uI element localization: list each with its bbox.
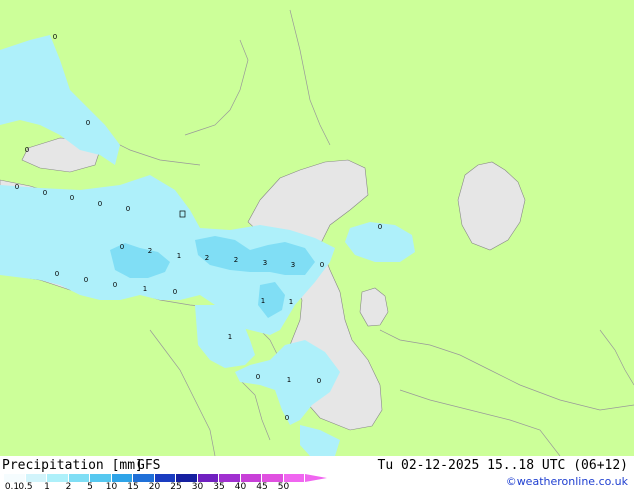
precip-label: 0 bbox=[84, 276, 88, 284]
map-figure: 0 0 0 0 0 0 0 0 0 2 1 2 2 3 3 0 0 0 0 0 … bbox=[0, 0, 634, 492]
color-scale-arrow bbox=[305, 474, 327, 482]
valid-time: Tu 02-12-2025 15..18 UTC (06+12) bbox=[377, 458, 628, 473]
legend-label: 20 bbox=[148, 482, 161, 492]
legend-label: 0.1 bbox=[4, 482, 20, 492]
precip-label: 0 bbox=[53, 33, 57, 41]
precip-label: 1 bbox=[287, 376, 291, 384]
legend-swatch bbox=[133, 474, 155, 482]
legend-swatch bbox=[4, 474, 26, 482]
legend-swatch bbox=[25, 474, 47, 482]
credit-link[interactable]: ©weatheronline.co.uk bbox=[506, 475, 628, 488]
legend-label: 45 bbox=[256, 482, 268, 492]
legend-swatch bbox=[176, 474, 198, 482]
precip-label: 3 bbox=[263, 259, 267, 267]
precip-label: 3 bbox=[291, 261, 295, 269]
map-title: Precipitation [mm] bbox=[2, 458, 143, 473]
precip-label: 0 bbox=[126, 205, 130, 213]
precip-label: 1 bbox=[289, 298, 293, 306]
precip-label: 0 bbox=[317, 377, 321, 385]
precip-label: 2 bbox=[148, 247, 152, 255]
precip-label: 1 bbox=[177, 252, 181, 260]
color-scale bbox=[4, 474, 305, 482]
precip-label: 0 bbox=[86, 119, 90, 127]
precip-label: 1 bbox=[228, 333, 232, 341]
legend-label: 1 bbox=[44, 482, 50, 492]
legend-label: 40 bbox=[234, 482, 247, 492]
legend-label: 10 bbox=[105, 482, 118, 492]
legend-swatch bbox=[219, 474, 241, 482]
precip-label: 0 bbox=[256, 373, 260, 381]
precip-label: 0 bbox=[98, 200, 102, 208]
legend-swatch bbox=[197, 474, 219, 482]
legend-swatch bbox=[68, 474, 90, 482]
legend-label: 0.5 bbox=[18, 482, 33, 492]
precip-label: 0 bbox=[70, 194, 74, 202]
model-name: GFS bbox=[137, 458, 161, 473]
legend-swatch bbox=[154, 474, 176, 482]
precip-label: 2 bbox=[234, 256, 238, 264]
precipitation-map: 0 0 0 0 0 0 0 0 0 2 1 2 2 3 3 0 0 0 0 0 … bbox=[0, 0, 634, 456]
precip-label: 0 bbox=[120, 243, 124, 251]
precip-label: 0 bbox=[55, 270, 59, 278]
legend-label: 35 bbox=[213, 482, 225, 492]
precip-label: 0 bbox=[43, 189, 47, 197]
legend-swatch bbox=[47, 474, 69, 482]
legend-swatch bbox=[262, 474, 284, 482]
legend-swatch bbox=[90, 474, 112, 482]
legend-label: 5 bbox=[87, 482, 93, 492]
precip-label: 1 bbox=[143, 285, 147, 293]
legend-label: 2 bbox=[65, 482, 72, 492]
legend-label: 15 bbox=[127, 482, 139, 492]
legend-swatch bbox=[240, 474, 262, 482]
precip-label: 0 bbox=[113, 281, 117, 289]
precip-label: 1 bbox=[261, 297, 265, 305]
legend-swatch bbox=[283, 474, 305, 482]
precip-label: 0 bbox=[25, 146, 29, 154]
precip-label: 0 bbox=[15, 183, 19, 191]
legend-label: 25 bbox=[170, 482, 182, 492]
precip-label: 0 bbox=[173, 288, 177, 296]
precip-label: 0 bbox=[378, 223, 382, 231]
precip-label: 0 bbox=[320, 261, 324, 269]
precip-label: 0 bbox=[285, 414, 289, 422]
legend-swatch bbox=[111, 474, 133, 482]
precip-label: 2 bbox=[205, 254, 209, 262]
legend-label: 50 bbox=[277, 482, 290, 492]
legend-bar: Precipitation [mm] GFS Tu 02-12-2025 15.… bbox=[0, 456, 634, 492]
legend-label: 30 bbox=[191, 482, 204, 492]
